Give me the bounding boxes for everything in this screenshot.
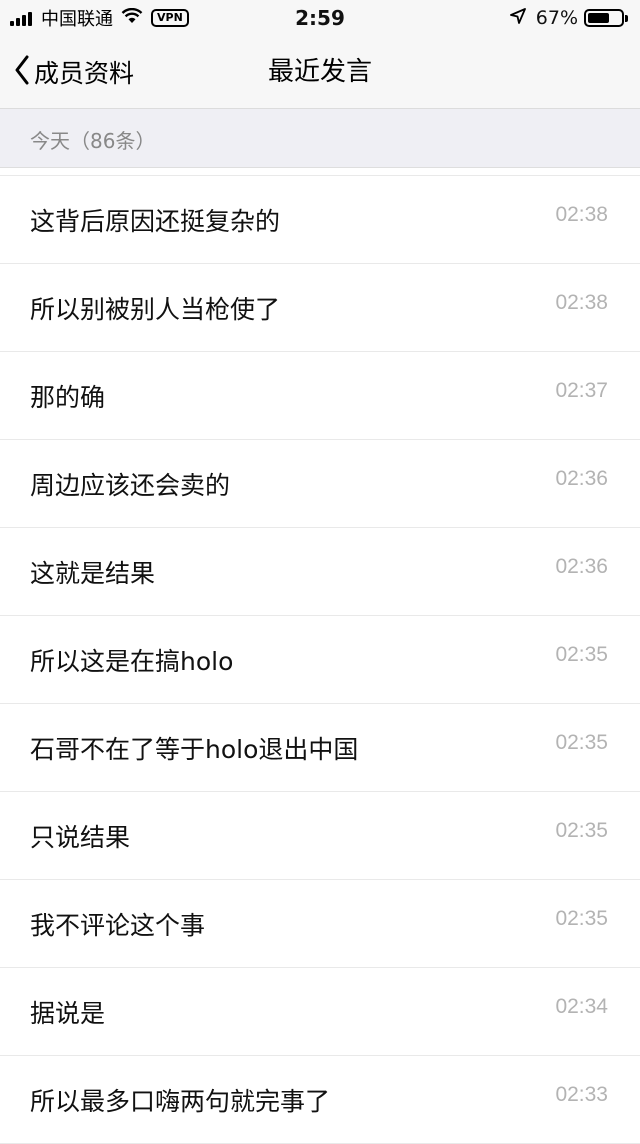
message-row[interactable]: 据说是 02:34: [0, 968, 640, 1056]
message-text: 所以这是在搞holo: [30, 647, 234, 676]
message-text: 我不评论这个事: [30, 911, 206, 940]
message-row[interactable]: 我不评论这个事 02:35: [0, 880, 640, 968]
message-time: 02:38: [555, 291, 608, 314]
message-row[interactable]: 石哥不在了等于holo退出中国 02:35: [0, 704, 640, 792]
message-row[interactable]: 所以别被别人当枪使了 02:38: [0, 264, 640, 352]
battery-icon: [584, 9, 624, 27]
message-time: 02:38: [555, 203, 608, 226]
message-text: 那的确: [30, 383, 106, 412]
status-bar: 中国联通 VPN 2:59 67%: [0, 0, 640, 36]
message-time: 02:36: [555, 555, 608, 578]
location-arrow-icon: [509, 7, 526, 29]
message-time: 02:35: [555, 643, 608, 666]
message-row[interactable]: 只说结果 02:35: [0, 792, 640, 880]
status-right: 67%: [509, 6, 628, 30]
message-row[interactable]: 所以最多口嗨两句就完事了 02:33: [0, 1056, 640, 1144]
message-text: 这背后原因还挺复杂的: [30, 207, 281, 236]
page-title: 最近发言: [267, 57, 372, 87]
section-header: 今天（86条）: [0, 109, 640, 168]
message-row[interactable]: 这就是结果 02:36: [0, 528, 640, 616]
message-time: 02:36: [555, 467, 608, 490]
message-text: 所以最多口嗨两句就完事了: [30, 1087, 331, 1116]
battery-nub: [625, 14, 628, 22]
message-row[interactable]: 周边应该还会卖的 02:36: [0, 440, 640, 528]
message-time: 02:37: [555, 379, 608, 402]
battery-fill: [588, 13, 610, 23]
message-row[interactable]: 所以这是在搞holo 02:35: [0, 616, 640, 704]
message-time: 02:33: [555, 1083, 608, 1106]
message-time: 02:34: [555, 995, 608, 1018]
message-text: 据说是: [30, 999, 106, 1028]
section-label: 今天（86条）: [30, 129, 156, 153]
message-row[interactable]: 这背后原因还挺复杂的 02:38: [0, 176, 640, 264]
message-text: 只说结果: [30, 823, 131, 852]
navigation-bar: 成员资料 最近发言: [0, 36, 640, 109]
message-text: 周边应该还会卖的: [30, 471, 231, 500]
battery-percentage: 67%: [535, 7, 578, 29]
message-row[interactable]: 那的确 02:37: [0, 352, 640, 440]
message-time: 02:35: [555, 907, 608, 930]
message-time: 02:35: [555, 819, 608, 842]
message-time: 02:35: [555, 731, 608, 754]
message-text: 所以别被别人当枪使了: [30, 295, 281, 324]
message-list: 这背后原因还挺复杂的 02:38 所以别被别人当枪使了 02:38 那的确 02:37 周边…: [0, 175, 640, 1144]
message-text: 石哥不在了等于holo退出中国: [30, 735, 359, 764]
message-text: 这就是结果: [30, 559, 156, 588]
